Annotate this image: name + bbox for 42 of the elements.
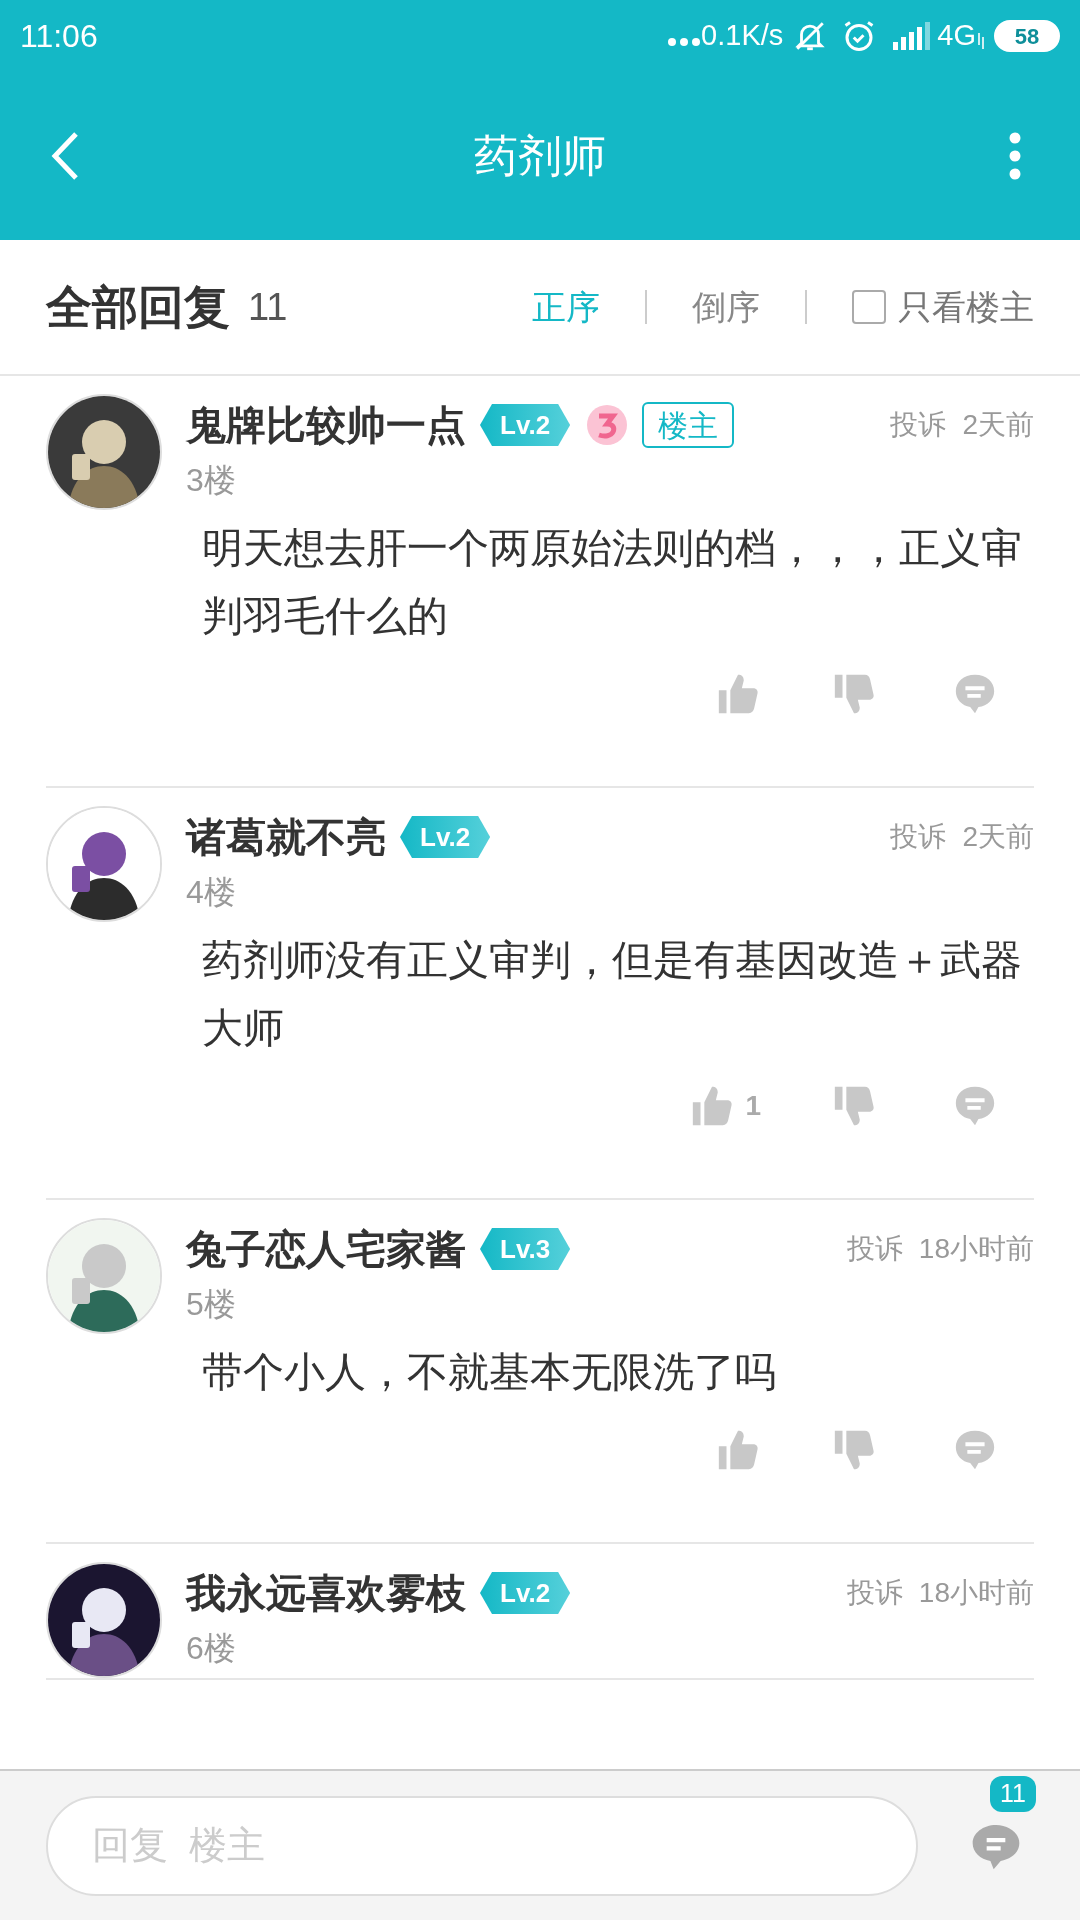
floor-number: 5楼 [186, 1285, 237, 1324]
post-time: 18小时前 [918, 1576, 1034, 1610]
checkbox[interactable] [852, 290, 886, 324]
username[interactable]: 鬼牌比较帅一点 [186, 395, 466, 455]
floor-number: 6楼 [186, 1629, 237, 1668]
username[interactable]: 兔子恋人宅家酱 [186, 1219, 466, 1279]
post-time: 2天前 [962, 408, 1034, 442]
sort-tab[interactable]: 正序 [532, 281, 600, 333]
comment-text: 药剂师没有正义审判，但是有基因改造＋武器大师 [202, 936, 1023, 1053]
network-type: 4G [937, 18, 976, 54]
report-link[interactable]: 投诉 [846, 1228, 903, 1270]
network-speed: 0.1K/s [701, 18, 784, 54]
level-badge: Lv.2 [400, 816, 491, 858]
comment-text: 带个小人，不就基本无限洗了吗 [202, 1348, 777, 1397]
page-title: 药剂师 [473, 130, 607, 182]
comment-count-badge: 11 [990, 1775, 1036, 1812]
sort-tab[interactable]: 倒序 [692, 281, 760, 333]
report-link[interactable]: 投诉 [890, 816, 947, 858]
report-link[interactable]: 投诉 [846, 1572, 903, 1614]
signal-icon [891, 22, 932, 50]
username[interactable]: 诸葛就不亮 [186, 807, 386, 867]
owner-tag: 楼主 [642, 402, 735, 448]
report-link[interactable]: 投诉 [890, 404, 947, 446]
username[interactable]: 我永远喜欢雾枝 [186, 1563, 466, 1623]
level-badge: Lv.2 [480, 404, 571, 446]
like-button[interactable]: 1 [689, 1076, 761, 1136]
battery-indicator: 58 [994, 20, 1060, 52]
post-time: 18小时前 [918, 1232, 1034, 1266]
clock: 11:06 [20, 17, 98, 56]
floor-number: 3楼 [186, 461, 237, 500]
level-badge: Lv.2 [480, 1572, 571, 1614]
reply-count: 11 [248, 284, 288, 330]
dots-icon [667, 37, 702, 47]
back-icon [50, 131, 80, 181]
post-time: 2天前 [962, 820, 1034, 854]
level-badge: Lv.3 [480, 1228, 571, 1270]
more-icon [1009, 132, 1021, 180]
floor-number: 4楼 [186, 873, 237, 912]
checkbox-label[interactable]: 只看楼主 [898, 281, 1034, 333]
comment-text: 明天想去肝一个两原始法则的档，，，正义审判羽毛什么的 [202, 524, 1023, 641]
data-arrows-icon [976, 33, 986, 49]
section-title: 全部回复 [46, 279, 230, 335]
